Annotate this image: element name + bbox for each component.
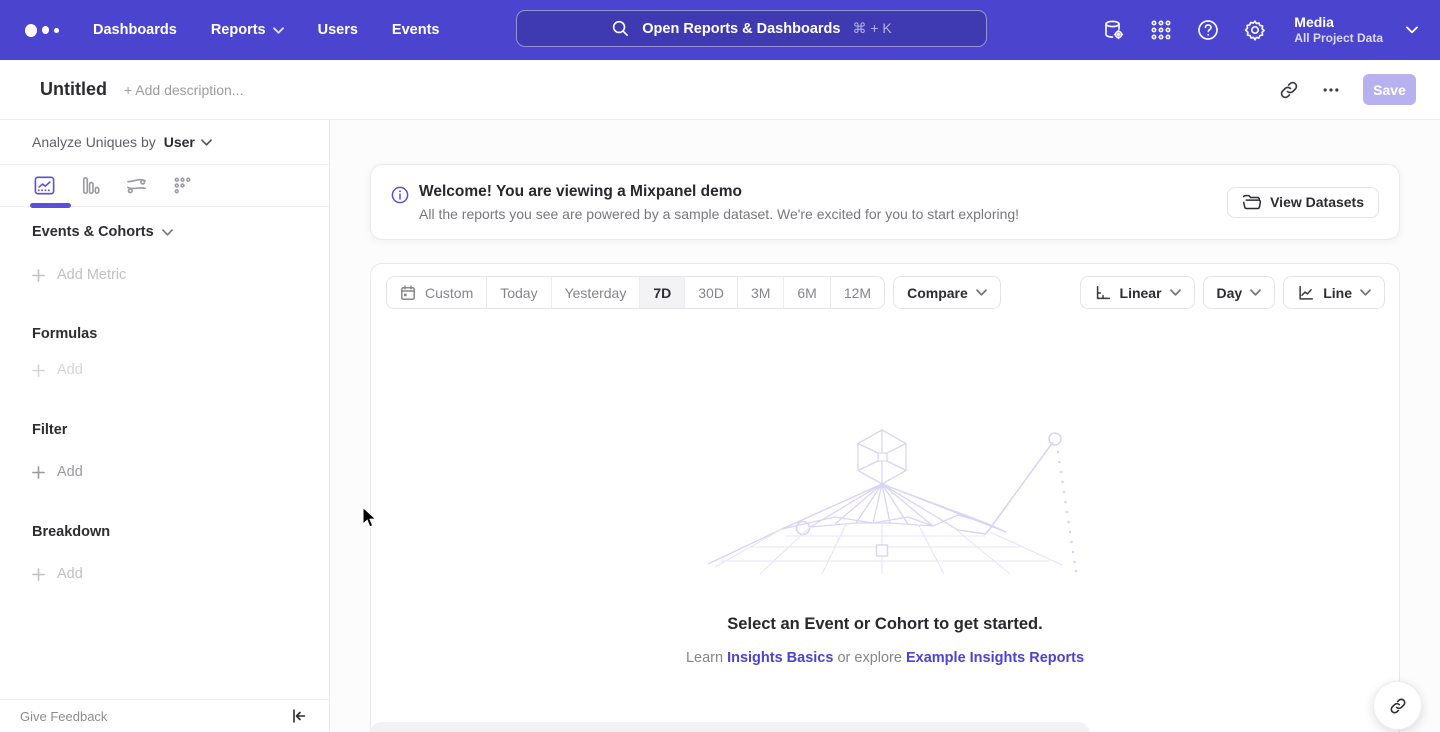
chevron-down-icon: [201, 139, 212, 146]
chevron-down-icon: [1250, 289, 1261, 296]
date-range-custom[interactable]: Custom: [387, 277, 486, 308]
chevron-down-icon: [273, 27, 284, 34]
nav-item-events[interactable]: Events: [392, 22, 440, 38]
report-header: Untitled + Add description... Save: [0, 60, 1440, 120]
add-breakdown-button[interactable]: Add: [32, 566, 83, 582]
mixpanel-insights-page: Dashboards Reports Users Events Open Rep…: [0, 0, 1440, 732]
info-icon: [391, 186, 409, 204]
visualization-tabs: [0, 165, 329, 207]
demo-welcome-banner: Welcome! You are viewing a Mixpanel demo…: [370, 164, 1400, 240]
date-range-12m[interactable]: 12M: [830, 277, 884, 308]
date-range-7d[interactable]: 7D: [639, 277, 684, 308]
breakdown-section-title: Breakdown: [32, 524, 110, 540]
nav-item-reports[interactable]: Reports: [211, 22, 284, 38]
save-button[interactable]: Save: [1363, 74, 1416, 105]
line-chart-icon: [1297, 284, 1315, 302]
analyze-label: Analyze Uniques by: [32, 134, 156, 150]
global-search-input[interactable]: Open Reports & Dashboards ⌘ + K: [516, 10, 987, 47]
give-feedback-link[interactable]: Give Feedback: [20, 709, 107, 724]
help-icon[interactable]: [1196, 18, 1220, 42]
apps-grid-icon[interactable]: [1149, 18, 1173, 42]
date-range-control: Custom Today Yesterday 7D 30D 3M 6M 12M: [386, 276, 885, 309]
settings-icon[interactable]: [1243, 18, 1267, 42]
chevron-down-icon: [162, 229, 173, 236]
chart-type-selector-button[interactable]: Line: [1283, 276, 1385, 309]
project-scope: All Project Data: [1294, 31, 1383, 46]
banner-title: Welcome! You are viewing a Mixpanel demo: [419, 183, 1019, 201]
report-title[interactable]: Untitled: [40, 79, 107, 100]
events-cohorts-section[interactable]: Events & Cohorts: [32, 224, 173, 240]
copy-link-icon[interactable]: [1279, 80, 1299, 100]
flow-icon[interactable]: [125, 174, 148, 197]
date-range-6m[interactable]: 6M: [783, 277, 829, 308]
add-formula-button[interactable]: Add: [32, 362, 83, 378]
insights-basics-link[interactable]: Insights Basics: [727, 650, 833, 666]
plus-icon: [32, 269, 45, 282]
folder-icon: [1242, 194, 1261, 210]
sidebar-footer: Give Feedback: [0, 699, 329, 732]
project-name: Media: [1294, 14, 1383, 32]
search-icon: [611, 19, 630, 38]
scale-selector-button[interactable]: Linear: [1080, 276, 1195, 309]
chevron-down-icon: [1406, 26, 1418, 34]
link-icon: [1389, 697, 1407, 715]
date-range-30d[interactable]: 30D: [684, 277, 737, 308]
plus-icon: [32, 364, 45, 377]
filter-section-title: Filter: [32, 422, 67, 438]
insights-chart-card: Custom Today Yesterday 7D 30D 3M 6M 12M …: [370, 263, 1400, 732]
more-options-icon[interactable]: [1321, 80, 1341, 100]
formulas-section-title: Formulas: [32, 326, 97, 342]
report-description-placeholder[interactable]: + Add description...: [124, 82, 243, 98]
view-datasets-button[interactable]: View Datasets: [1227, 187, 1379, 218]
chevron-down-icon: [976, 289, 987, 296]
collapse-sidebar-icon[interactable]: [291, 708, 307, 724]
date-range-today[interactable]: Today: [486, 277, 550, 308]
top-navbar: Dashboards Reports Users Events Open Rep…: [0, 0, 1440, 60]
metrics-grid-icon[interactable]: [171, 174, 194, 197]
main-content: Welcome! You are viewing a Mixpanel demo…: [330, 120, 1440, 732]
query-builder-sidebar: Analyze Uniques by User: [0, 120, 330, 732]
mixpanel-logo-icon[interactable]: [25, 24, 59, 37]
example-insights-reports-link[interactable]: Example Insights Reports: [906, 650, 1084, 666]
empty-state-title: Select an Event or Cohort to get started…: [371, 615, 1399, 634]
collapsed-bottom-panel[interactable]: [370, 722, 1090, 732]
date-range-3m[interactable]: 3M: [737, 277, 783, 308]
active-tab-indicator: [30, 203, 71, 208]
search-placeholder: Open Reports & Dashboards: [642, 21, 840, 37]
calendar-icon: [400, 285, 416, 301]
add-metric-button[interactable]: Add Metric: [32, 267, 126, 283]
interval-selector-button[interactable]: Day: [1203, 276, 1276, 309]
nav-item-users[interactable]: Users: [318, 22, 358, 38]
share-link-fab[interactable]: [1373, 681, 1422, 730]
plus-icon: [32, 568, 45, 581]
bar-chart-icon[interactable]: [79, 174, 102, 197]
data-connections-icon[interactable]: [1102, 18, 1126, 42]
empty-state-subtitle: Learn Insights Basics or explore Example…: [371, 650, 1399, 666]
insights-line-chart-icon[interactable]: [33, 174, 56, 197]
date-range-yesterday[interactable]: Yesterday: [551, 277, 640, 308]
chart-controls: Custom Today Yesterday 7D 30D 3M 6M 12M …: [371, 264, 1399, 309]
empty-state-illustration: [690, 424, 1080, 579]
banner-body: All the reports you see are powered by a…: [419, 206, 1019, 222]
chevron-down-icon: [1360, 289, 1371, 296]
chevron-down-icon: [1170, 289, 1181, 296]
nav-item-dashboards[interactable]: Dashboards: [93, 22, 177, 38]
project-switcher[interactable]: Media All Project Data: [1294, 14, 1383, 47]
add-filter-button[interactable]: Add: [32, 464, 83, 480]
analyze-by-selector[interactable]: User: [164, 134, 212, 150]
plus-icon: [32, 466, 45, 479]
compare-button[interactable]: Compare: [893, 276, 1001, 309]
analyze-row: Analyze Uniques by User: [0, 120, 329, 165]
linear-axis-icon: [1094, 284, 1112, 302]
search-shortcut: ⌘ + K: [852, 20, 891, 37]
